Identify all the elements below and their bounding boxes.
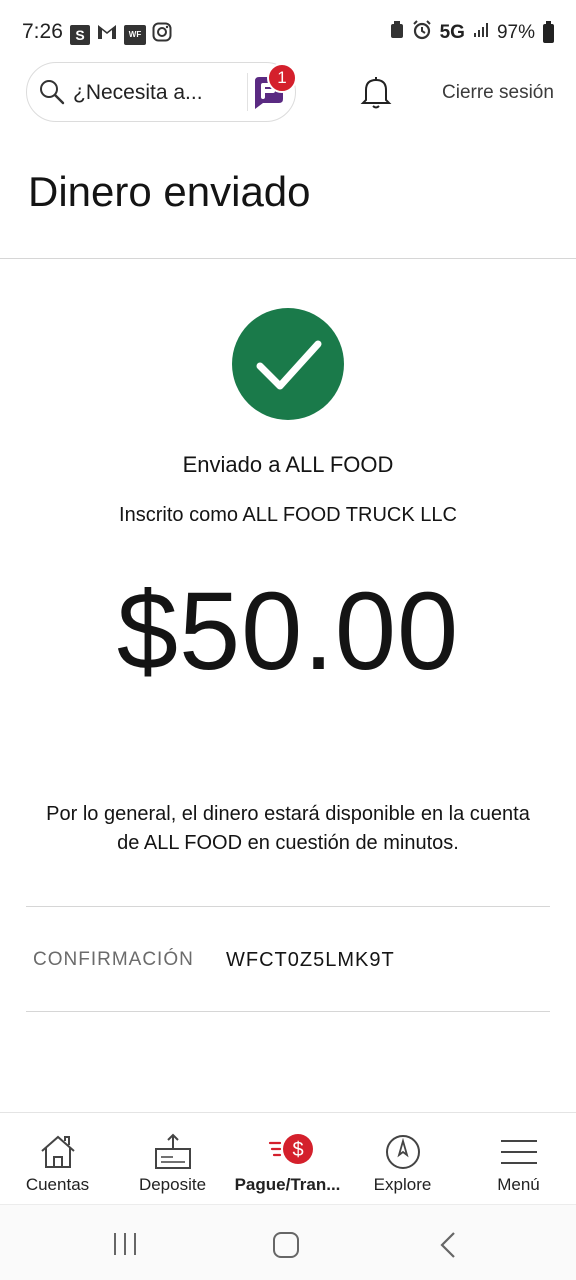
confirmation-label: CONFIRMACIÓN	[33, 949, 194, 970]
nav-item-accounts[interactable]: Cuentas	[0, 1113, 115, 1205]
availability-notice: Por lo general, el dinero estará disponi…	[46, 803, 530, 854]
deposit-icon	[153, 1133, 193, 1171]
notification-icons: S WF	[70, 22, 172, 47]
recycle-icon	[390, 21, 404, 45]
nav-label-explore: Explore	[373, 1175, 432, 1194]
nav-item-deposit[interactable]: Deposite	[115, 1113, 230, 1205]
home-icon	[38, 1133, 78, 1171]
logout-link[interactable]: Cierre sesión	[442, 82, 554, 104]
nav-label-pay-transfer: Pague/Tran...	[234, 1175, 341, 1194]
wells-fargo-notification-icon: WF	[124, 24, 146, 45]
pay-transfer-icon: $	[268, 1133, 313, 1171]
divider	[26, 1011, 550, 1012]
nav-label-deposit: Deposite	[138, 1175, 207, 1194]
success-check-icon	[232, 308, 344, 420]
network-type: 5G	[439, 22, 465, 43]
signal-icon	[473, 22, 489, 44]
bell-icon[interactable]	[358, 74, 394, 110]
page-title: Dinero enviado	[28, 168, 311, 215]
status-indicators: 5G 97%	[390, 20, 554, 46]
nav-item-pay-transfer[interactable]: $ Pague/Tran...	[230, 1113, 345, 1205]
battery-icon	[543, 20, 554, 43]
battery-percent: 97%	[496, 22, 535, 43]
divider	[26, 906, 550, 907]
divider	[0, 258, 576, 259]
nav-label-menu: Menú	[497, 1175, 540, 1194]
bottom-nav: Cuentas Deposite $ Pague/Tran... Explore…	[0, 1112, 576, 1204]
nav-item-explore[interactable]: Explore	[345, 1113, 460, 1205]
fargo-notification-badge: 1	[267, 63, 297, 93]
search-icon	[39, 79, 65, 105]
search-divider	[247, 73, 248, 111]
nav-label-accounts: Cuentas	[25, 1175, 90, 1194]
alarm-icon	[412, 20, 432, 46]
instagram-icon	[152, 22, 172, 47]
status-bar: 7:26 S WF 5G 97%	[0, 0, 576, 66]
sent-to-text: Enviado a ALL FOOD	[182, 452, 394, 477]
system-nav-bar	[0, 1204, 576, 1280]
svg-text:$: $	[292, 1139, 303, 1161]
back-icon[interactable]	[438, 1231, 458, 1264]
compass-icon	[383, 1133, 423, 1171]
search-placeholder[interactable]: ¿Necesita a...	[73, 81, 203, 105]
confirmation-number: WFCT0Z5LMK9T	[226, 949, 395, 971]
recent-apps-icon[interactable]	[110, 1231, 140, 1262]
status-time: 7:26	[22, 20, 63, 43]
nav-item-menu[interactable]: Menú	[461, 1113, 576, 1205]
notification-s-icon: S	[70, 24, 90, 45]
home-button-icon[interactable]	[272, 1231, 300, 1264]
search-bar[interactable]: ¿Necesita a... 1	[26, 62, 297, 122]
sent-amount: $50.00	[116, 570, 460, 693]
enrolled-as-text: Inscrito como ALL FOOD TRUCK LLC	[119, 504, 457, 526]
hamburger-menu-icon	[499, 1133, 539, 1171]
gmail-icon	[96, 23, 118, 46]
